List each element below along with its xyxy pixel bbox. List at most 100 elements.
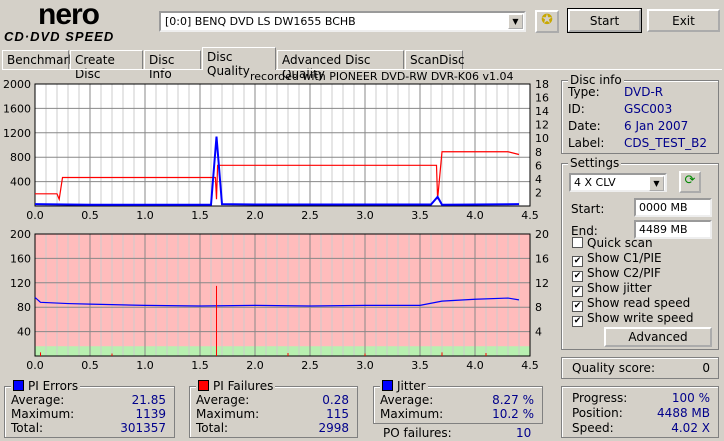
jitter-pif-chart: 40 80 120 160 200 4 8 12 16 20 0.0 0.5 1.0 1.5 2.0 2.5 3… xyxy=(10,228,549,370)
plot-background xyxy=(35,234,530,356)
y-tick-right: 14 xyxy=(535,105,549,118)
x-tick: 0.5 xyxy=(81,359,99,370)
total-label: Total: xyxy=(196,421,229,435)
good-zone xyxy=(35,346,530,356)
y-tick-right: 12 xyxy=(535,277,549,290)
y-tick-right: 12 xyxy=(535,119,549,132)
x-tick: 1.0 xyxy=(136,209,154,220)
red-legend-swatch xyxy=(198,380,209,391)
po-failures-label: PO failures: xyxy=(383,426,452,440)
date-value: 6 Jan 2007 xyxy=(624,119,689,133)
checkbox-show-c1-pie[interactable]: ✔ Show C1/PIE xyxy=(572,251,662,267)
checkbox-quick-scan[interactable]: Quick scan xyxy=(572,236,653,250)
y-tick-right: 20 xyxy=(535,228,549,241)
checkbox-label: Show C2/PIF xyxy=(587,266,661,280)
id-value: GSC003 xyxy=(624,102,673,116)
x-tick: 4.5 xyxy=(521,359,539,370)
checkbox-box[interactable] xyxy=(572,237,583,248)
x-tick: 0.0 xyxy=(26,209,44,220)
checkbox-label: Show jitter xyxy=(587,281,652,295)
pi-failures-total: 2998 xyxy=(318,421,349,435)
start-label: Start: xyxy=(571,202,605,216)
checkbox-label: Show C1/PIE xyxy=(587,251,662,265)
label-label: Label: xyxy=(568,136,605,150)
tab-scandisc[interactable]: ScanDisc xyxy=(405,50,465,69)
date-label: Date: xyxy=(568,119,601,133)
pi-errors-group: PI Errors Average: 21.85 Maximum: 1139 Tot… xyxy=(4,379,175,438)
eject-settings-icon[interactable]: ✪ xyxy=(535,10,559,33)
avg-label: Average: xyxy=(196,393,250,407)
x-tick: 4.0 xyxy=(466,359,484,370)
y-tick-right: 18 xyxy=(535,78,549,91)
checkbox-show-c2-pif[interactable]: ✔ Show C2/PIF xyxy=(572,266,661,282)
progress-value: 100 % xyxy=(671,391,710,405)
max-label: Maximum: xyxy=(196,407,260,421)
y-tick-left: 120 xyxy=(10,277,31,290)
pi-errors-title: PI Errors xyxy=(11,379,81,393)
quality-score-value: 0 xyxy=(702,361,710,375)
speed-value: 4 X CLV xyxy=(574,176,616,189)
y-tick-left: 1200 xyxy=(3,127,31,140)
x-tick: 1.5 xyxy=(191,209,209,220)
jitter-group: Jitter Average: 8.27 % Maximum: 10.2 % xyxy=(373,379,543,424)
refresh-icon[interactable]: ⟳ xyxy=(679,171,701,193)
checkbox-label: Show read speed xyxy=(587,296,691,310)
avg-label: Average: xyxy=(380,393,434,407)
tab-advanced-disc-quality[interactable]: Advanced Disc Quality xyxy=(277,50,404,81)
start-input[interactable]: 0000 MB xyxy=(634,198,712,217)
pi-failures-maximum: 115 xyxy=(326,407,349,421)
max-label: Maximum: xyxy=(380,407,444,421)
drive-select[interactable]: [0:0] BENQ DVD LS DW1655 BCHB ▼ xyxy=(159,11,526,32)
y-tick-right: 16 xyxy=(535,92,549,105)
jitter-title: Jitter xyxy=(380,379,428,393)
y-tick-right: 4 xyxy=(535,173,542,186)
start-button[interactable]: Start xyxy=(567,8,642,33)
x-tick: 3.5 xyxy=(411,359,429,370)
y-tick-left: 160 xyxy=(10,252,31,265)
progress-box: Progress: 100 % Position: 4488 MB Speed: 4.… xyxy=(561,386,719,438)
avg-label: Average: xyxy=(11,393,65,407)
disc-info-group: Disc info Type: DVD-R ID: GSC003 Date: 6 Ja… xyxy=(561,73,719,154)
y-tick-left: 40 xyxy=(17,326,31,339)
drive-value: [0:0] BENQ DVD LS DW1655 BCHB xyxy=(165,15,356,28)
y-tick-right: 8 xyxy=(535,146,542,159)
y-tick-right: 6 xyxy=(535,159,542,172)
x-tick: 3.5 xyxy=(411,209,429,220)
chevron-down-icon[interactable]: ▼ xyxy=(508,14,523,29)
y-tick-left: 1600 xyxy=(3,102,31,115)
exit-button[interactable]: Exit xyxy=(647,9,720,32)
checkbox-show-write-speed[interactable]: ✔ Show write speed xyxy=(572,311,693,327)
y-tick-right: 8 xyxy=(535,301,542,314)
pi-failures-group: PI Failures Average: 0.28 Maximum: 115 Tot… xyxy=(189,379,358,438)
checkbox-show-read-speed[interactable]: ✔ Show read speed xyxy=(572,296,690,312)
max-label: Maximum: xyxy=(11,407,75,421)
checkbox-show-jitter[interactable]: ✔ Show jitter xyxy=(572,281,652,297)
type-label: Type: xyxy=(568,85,600,99)
tab-disc-quality[interactable]: Disc Quality xyxy=(202,47,276,78)
y-tick-left: 400 xyxy=(10,176,31,189)
y-tick-right: 2 xyxy=(535,186,542,199)
x-tick: 3.0 xyxy=(356,359,374,370)
jitter-title-text: Jitter xyxy=(397,379,426,393)
speed-select[interactable]: 4 X CLV ▼ xyxy=(569,173,667,192)
speed-value: 4.02 X xyxy=(671,421,710,435)
jitter-average: 8.27 % xyxy=(492,393,534,407)
quality-score-box: Quality score: 0 xyxy=(561,357,719,379)
type-value: DVD-R xyxy=(624,85,664,99)
tab-disc-info[interactable]: Disc Info xyxy=(144,50,201,81)
x-tick: 1.0 xyxy=(136,359,154,370)
chevron-down-icon[interactable]: ▼ xyxy=(649,176,664,191)
tab-benchmark[interactable]: Benchmark xyxy=(2,50,75,69)
advanced-button[interactable]: Advanced xyxy=(604,327,712,347)
checkbox-box[interactable]: ✔ xyxy=(572,316,583,327)
pi-failures-title-text: PI Failures xyxy=(213,379,274,393)
x-tick: 3.0 xyxy=(356,209,374,220)
x-tick: 4.0 xyxy=(466,209,484,220)
pi-errors-maximum: 1139 xyxy=(135,407,166,421)
position-value: 4488 MB xyxy=(657,406,710,420)
y-tick-left: 800 xyxy=(10,151,31,164)
y-tick-left: 80 xyxy=(17,301,31,314)
y-tick-right: 10 xyxy=(535,132,549,145)
id-label: ID: xyxy=(568,102,585,116)
tab-create-disc[interactable]: Create Disc xyxy=(70,50,143,81)
